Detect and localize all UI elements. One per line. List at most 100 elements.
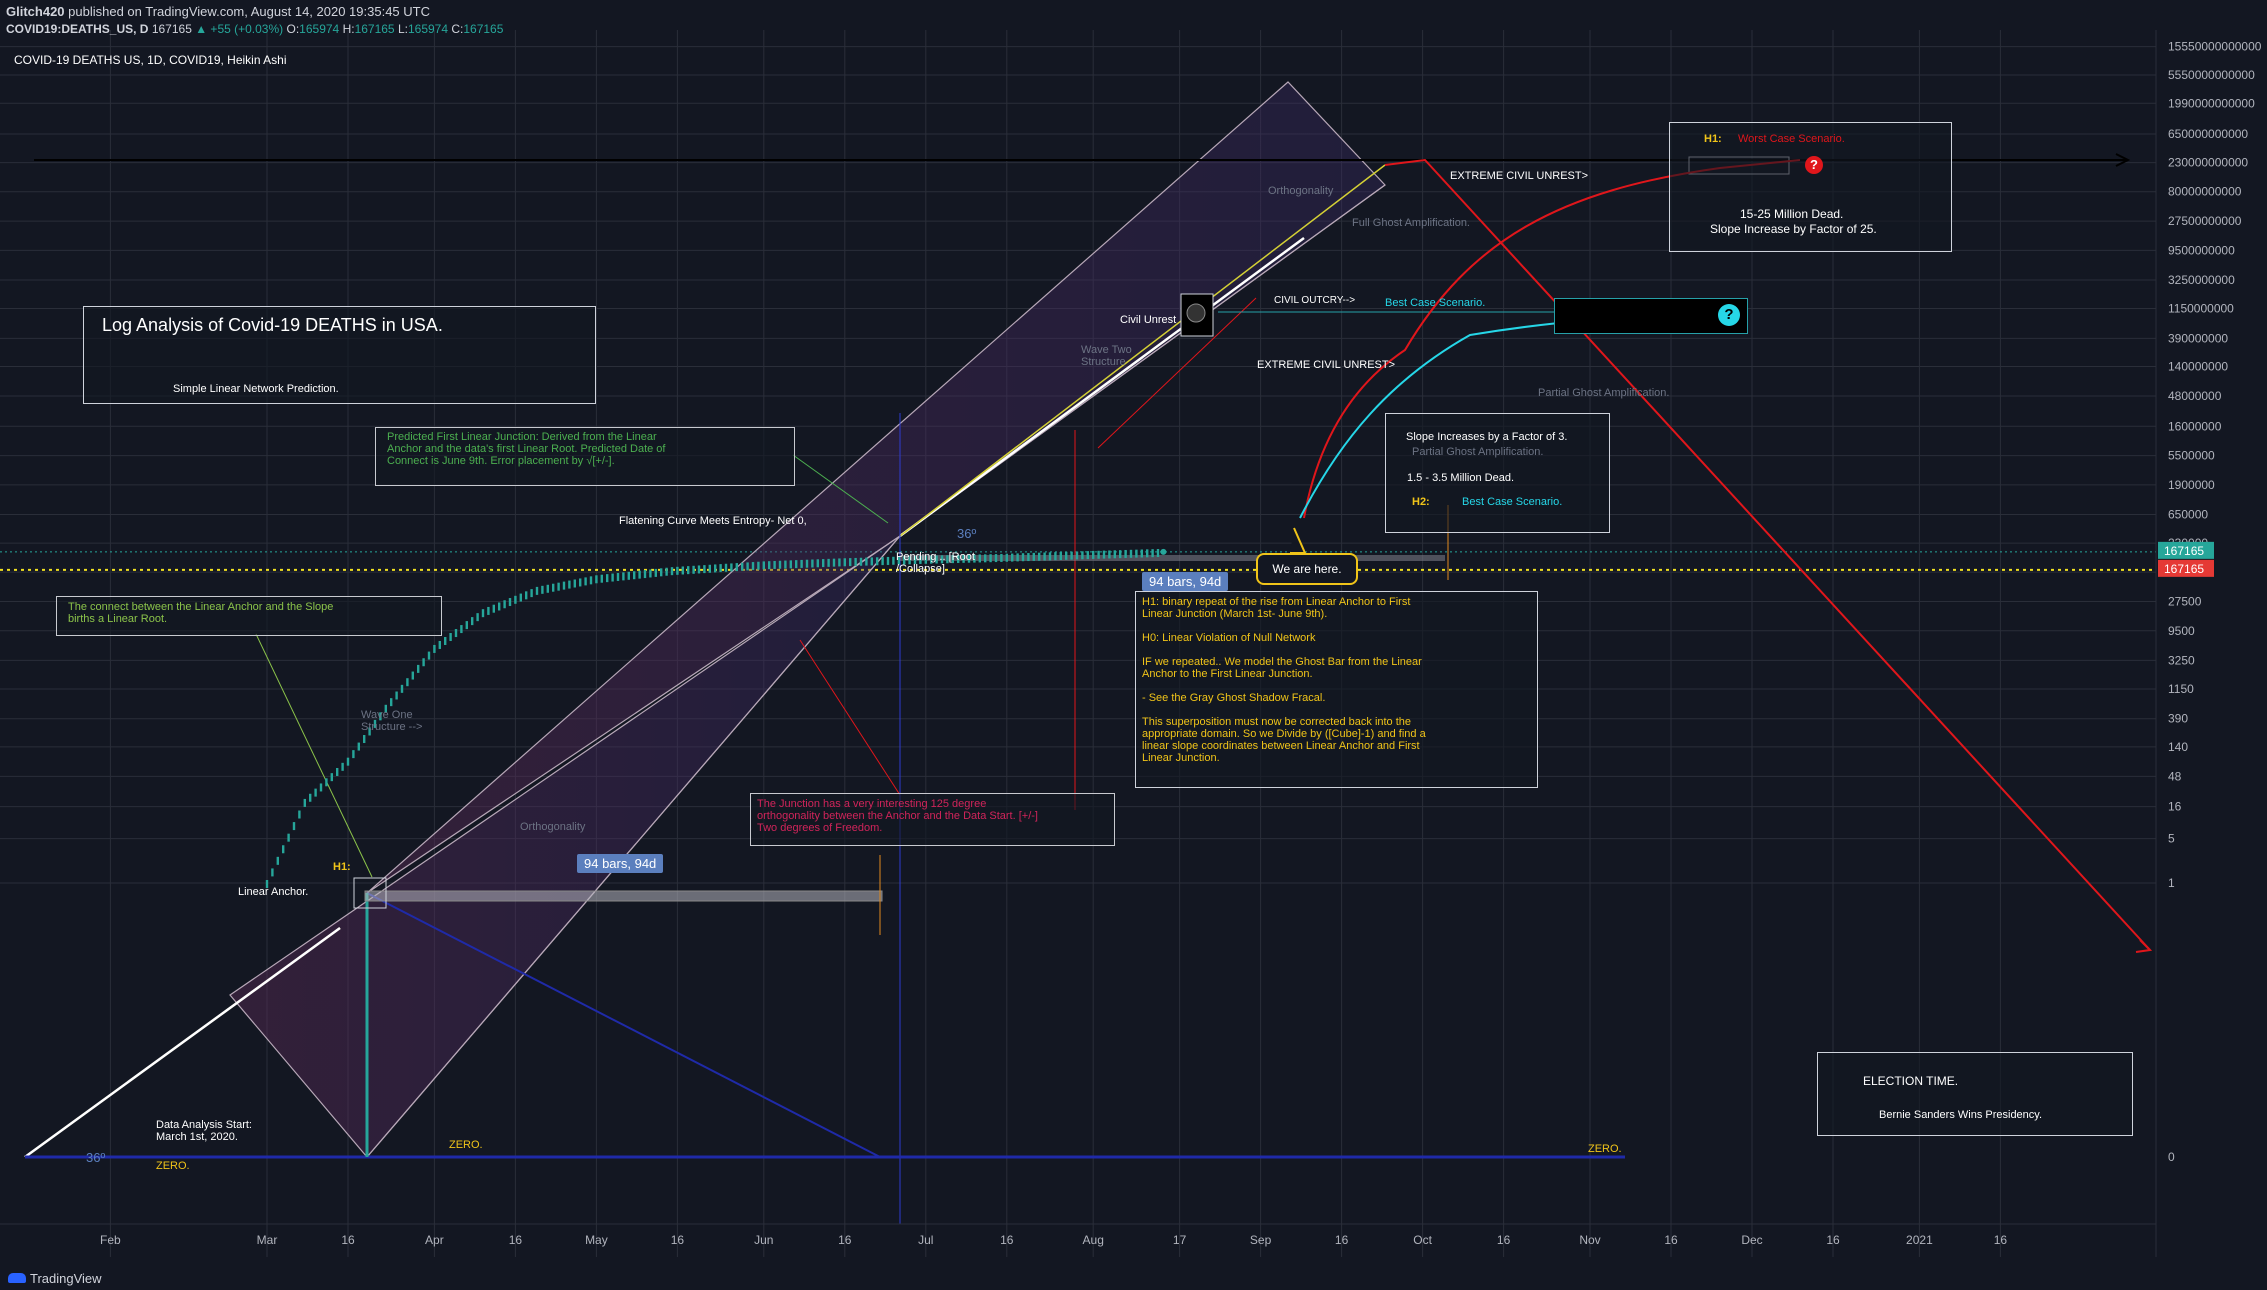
best-case-box: ? <box>1554 298 1748 334</box>
x-tick-label: May <box>585 1233 608 1247</box>
civil-unrest-icon <box>1186 303 1206 323</box>
candle-bar <box>276 856 279 865</box>
candle-bar <box>886 556 890 565</box>
candle-bar <box>978 554 981 563</box>
y-tick-label: 1 <box>2168 876 2175 890</box>
candle-bar <box>697 565 701 574</box>
y-tick-label: 48000000 <box>2168 389 2222 403</box>
election-body: Bernie Sanders Wins Presidency. <box>1879 1109 2043 1121</box>
h1-small-label: H1: <box>333 861 351 873</box>
candle-bar <box>433 644 436 653</box>
candle-bar <box>708 564 711 573</box>
candle-bar <box>751 562 755 571</box>
price-label: 167165 <box>2164 544 2204 558</box>
x-tick-label: Apr <box>425 1233 444 1247</box>
angle-label-junction: 36º <box>957 526 977 541</box>
open-value: 165974 <box>299 22 340 36</box>
x-tick-label: Dec <box>1741 1233 1762 1247</box>
candle-bar <box>298 810 301 819</box>
candle-bar <box>503 600 506 609</box>
candle-bar <box>411 671 414 680</box>
bars-range-upper <box>900 555 1445 561</box>
candle-bar <box>1054 552 1057 561</box>
close-label: C: <box>451 22 464 36</box>
candle-bar <box>535 586 539 595</box>
candle-bar <box>1027 553 1030 562</box>
x-tick-label: 16 <box>1664 1233 1678 1247</box>
candle-bar <box>519 593 522 602</box>
question-icon[interactable]: ? <box>1718 304 1740 326</box>
candle-bar <box>741 562 744 571</box>
candle-bar <box>341 762 344 771</box>
candle-bar <box>660 568 663 577</box>
candle-bar <box>346 757 350 766</box>
candle-bar <box>692 565 695 574</box>
x-tick-label: 16 <box>1994 1233 2008 1247</box>
we-are-here-callout: We are here. <box>1256 553 1358 585</box>
zero-label-1: ZERO. <box>156 1160 190 1172</box>
election-box: ELECTION TIME. Bernie Sanders Wins Presi… <box>1817 1052 2133 1136</box>
candle-bar <box>1119 550 1122 559</box>
y-tick-label: 390 <box>2168 712 2188 726</box>
candle-bar <box>606 574 609 583</box>
candle-bar <box>303 798 306 807</box>
ohlc-line: COVID19:DEATHS_US, D 167165 ▲ +55 (+0.03… <box>6 22 503 36</box>
candle-bar <box>849 558 852 567</box>
candle-bar <box>730 563 733 572</box>
y-tick-label: 650000000000 <box>2168 127 2248 141</box>
h2-label: H2: <box>1412 496 1430 508</box>
candle-bar <box>1059 551 1062 560</box>
candle-bar <box>476 613 479 622</box>
title-box: Log Analysis of Covid-19 DEATHS in USA. … <box>83 306 596 404</box>
tradingview-logo-icon <box>8 1273 26 1283</box>
x-tick-label: Sep <box>1250 1233 1272 1247</box>
candle-bar <box>1151 549 1154 558</box>
civil-outcry-label: CIVIL OUTCRY--> <box>1274 295 1356 306</box>
x-tick-label: 16 <box>1497 1233 1511 1247</box>
y-tick-label: 230000000000 <box>2168 156 2248 170</box>
candle-bar <box>854 557 857 566</box>
candle-bar <box>1146 549 1149 558</box>
orthogonality-top-label: Orthogonality <box>1268 185 1334 197</box>
candle-bar <box>363 735 366 744</box>
candle-bar <box>562 581 566 590</box>
candle-bar <box>454 629 458 638</box>
h2-line2: 1.5 - 3.5 Million Dead. <box>1407 472 1514 484</box>
h2-box: Slope Increases by a Factor of 3. Partia… <box>1385 413 1610 533</box>
candle-bar <box>465 621 468 630</box>
candle-bar <box>843 558 846 567</box>
candle-bar <box>487 606 490 615</box>
last-point <box>1160 548 1167 555</box>
candle-bar <box>422 658 425 667</box>
candle-bar <box>881 557 884 566</box>
author-name[interactable]: Glitch420 <box>6 4 65 19</box>
y-tick-label: 5550000000000 <box>2168 68 2255 82</box>
angle-label-start: 36º <box>86 1150 106 1165</box>
chart-legend-title[interactable]: COVID-19 DEATHS US, 1D, COVID19, Heikin … <box>14 53 287 67</box>
price-change: ▲ +55 (+0.03%) <box>195 22 284 36</box>
tradingview-footer[interactable]: TradingView <box>8 1271 102 1286</box>
worst-case-icon[interactable]: ? <box>1805 156 1823 174</box>
candle-bar <box>1065 551 1068 560</box>
candle-bar <box>1092 550 1095 559</box>
candle-bar <box>994 554 998 563</box>
candle-bar <box>357 742 360 751</box>
candle-bar <box>1140 549 1143 558</box>
candle-bar <box>600 574 603 583</box>
flatening-label: Flatening Curve Meets Entropy- Net 0, <box>619 515 807 527</box>
candle-bar <box>325 778 328 787</box>
candle-bar <box>714 564 717 573</box>
x-tick-label: Aug <box>1083 1233 1104 1247</box>
low-label: L: <box>397 22 408 36</box>
candle-bar <box>838 558 841 567</box>
candle-bar <box>746 562 749 571</box>
candle-bar <box>1124 549 1127 558</box>
candle-bar <box>1000 553 1003 562</box>
symbol-label[interactable]: COVID19:DEATHS_US, D <box>6 22 148 36</box>
civil-unrest-label: Civil Unrest <box>1120 314 1177 326</box>
h1-line1: 15-25 Million Dead. <box>1740 207 1844 221</box>
candle-bar <box>827 558 830 567</box>
linear-anchor-label: Linear Anchor. <box>238 886 309 898</box>
candle-bar <box>757 561 760 570</box>
candle-bar <box>282 845 285 854</box>
